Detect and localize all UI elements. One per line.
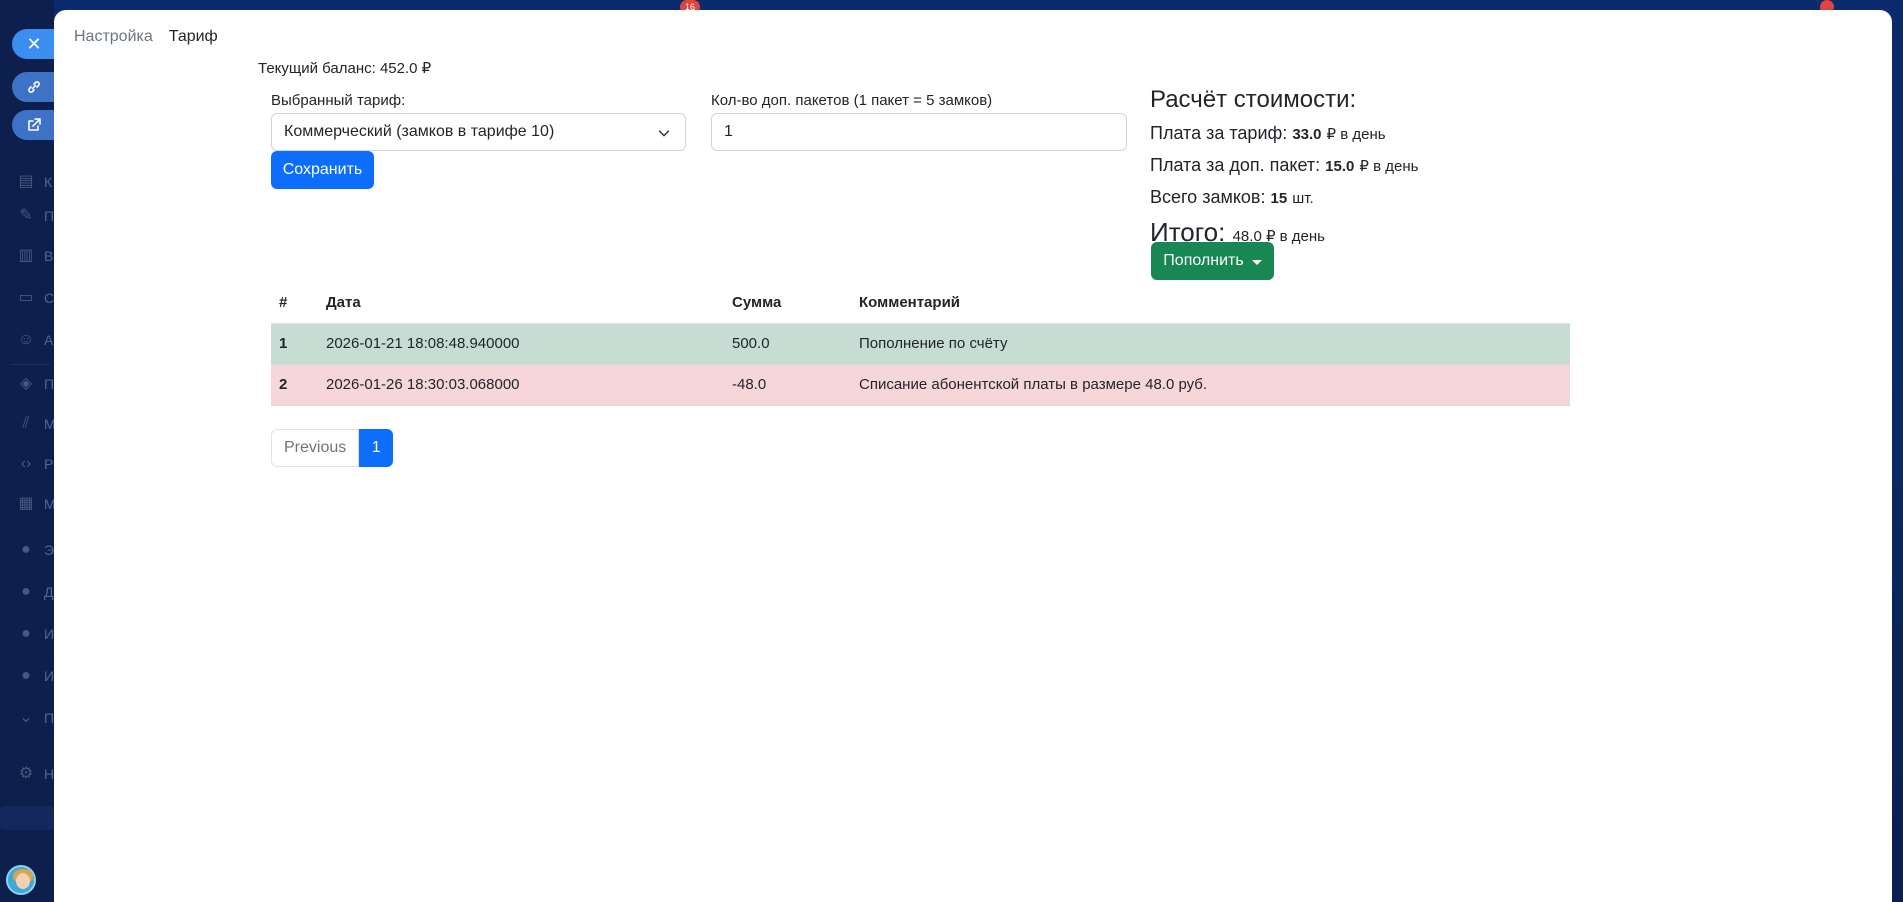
calc-pkg-fee-unit: ₽ в день: [1359, 158, 1419, 175]
cell-date: 2026-01-26 18:30:03.068000: [318, 364, 724, 406]
cost-calculation: Расчёт стоимости: Плата за тариф: 33.0 ₽…: [1150, 86, 1418, 255]
breadcrumb-tariff: Тариф: [168, 28, 218, 45]
packages-label: Кол-во доп. пакетов (1 пакет = 5 замков): [711, 92, 993, 109]
pagination-previous[interactable]: Previous: [271, 429, 360, 467]
calc-tariff-fee: Плата за тариф: 33.0 ₽ в день: [1150, 118, 1418, 150]
table-row: 2 2026-01-26 18:30:03.068000 -48.0 Списа…: [271, 364, 1570, 406]
sidebar-chevron-down-icon: ⌄ П: [19, 709, 55, 726]
sidebar-robot-icon: ☺ А: [17, 331, 54, 348]
topup-label: Пополнить: [1163, 252, 1244, 269]
sidebar-stripes-icon: ⫽ М: [22, 415, 56, 432]
sidebar-ia-icon: ● И: [21, 625, 55, 642]
table-header-row: # Дата Сумма Комментарий: [271, 283, 1570, 324]
close-icon[interactable]: ✕: [12, 29, 56, 59]
sidebar-io-icon: ● И: [21, 667, 55, 684]
col-header-date: Дата: [318, 283, 724, 324]
sidebar-gear-icon: ⚙ Н: [18, 765, 55, 782]
calc-title: Расчёт стоимости:: [1150, 86, 1357, 113]
pagination-page-1[interactable]: 1: [359, 429, 394, 467]
col-header-comment: Комментарий: [851, 283, 1570, 324]
cell-num: 1: [271, 323, 318, 365]
packages-input[interactable]: 1: [711, 113, 1127, 151]
tariff-select[interactable]: Коммерческий (замков в тарифе 10): [271, 113, 686, 151]
col-header-num: #: [271, 283, 318, 324]
calc-locks: Всего замков: 15 шт.: [1150, 182, 1418, 214]
cell-comment: Списание абонентской платы в размере 48.…: [851, 364, 1570, 406]
cell-amount: 500.0: [724, 323, 851, 365]
external-link-icon[interactable]: [12, 110, 56, 140]
sidebar-divider: [10, 364, 50, 365]
chevron-down-icon: [658, 130, 670, 137]
sidebar-mcp-icon: ▦ М: [18, 495, 56, 512]
tariff-label: Выбранный тариф:: [271, 92, 406, 109]
link-icon[interactable]: [12, 72, 56, 102]
calc-tariff-fee-value: 33.0: [1292, 126, 1322, 143]
topup-dropdown-button[interactable]: Пополнить: [1151, 242, 1274, 280]
sidebar-footer-block: [0, 806, 54, 830]
calc-tariff-fee-label: Плата за тариф:: [1150, 123, 1288, 143]
breadcrumb: Настройка Тариф: [74, 28, 218, 46]
calc-pkg-fee-label: Плата за доп. пакет:: [1150, 155, 1321, 175]
calc-pkg-fee: Плата за доп. пакет: 15.0 ₽ в день: [1150, 150, 1418, 182]
col-header-amount: Сумма: [724, 283, 851, 324]
sidebar-e-icon: ● Э: [21, 541, 55, 558]
save-button[interactable]: Сохранить: [271, 151, 374, 189]
cell-date: 2026-01-21 18:08:48.940000: [318, 323, 724, 365]
packages-input-value: 1: [724, 123, 733, 140]
cell-num: 2: [271, 364, 318, 406]
calc-tariff-fee-unit: ₽ в день: [1326, 126, 1386, 143]
cell-amount: -48.0: [724, 364, 851, 406]
sidebar-pen-icon: ✎ П: [19, 207, 55, 224]
sidebar-dk-icon: ● Д: [21, 583, 54, 600]
sidebar-card-icon: ▭ С: [18, 289, 55, 306]
table-row: 1 2026-01-21 18:08:48.940000 500.0 Попол…: [271, 323, 1570, 365]
cell-comment: Пополнение по счёту: [851, 323, 1570, 365]
current-balance: Текущий баланс: 452.0 ₽: [258, 60, 432, 77]
sidebar-chart-icon: ▥ В: [18, 247, 54, 264]
calc-locks-label: Всего замков:: [1150, 187, 1266, 207]
tariff-select-value: Коммерческий (замков в тарифе 10): [284, 123, 555, 140]
sidebar-code-icon: ‹› Р: [20, 455, 54, 472]
calc-locks-unit: шт.: [1292, 190, 1314, 207]
calc-locks-value: 15: [1270, 190, 1288, 207]
pagination: Previous 1: [271, 429, 394, 467]
sidebar-box-icon: ◈ П: [19, 375, 55, 392]
sidebar-doc-icon: ▤ К: [18, 173, 53, 190]
calc-pkg-fee-value: 15.0: [1325, 158, 1355, 175]
breadcrumb-settings[interactable]: Настройка: [74, 28, 153, 46]
avatar: [6, 865, 36, 895]
caret-down-icon: [1251, 259, 1262, 265]
payment-history-table: # Дата Сумма Комментарий 1 2026-01-21 18…: [271, 283, 1570, 406]
